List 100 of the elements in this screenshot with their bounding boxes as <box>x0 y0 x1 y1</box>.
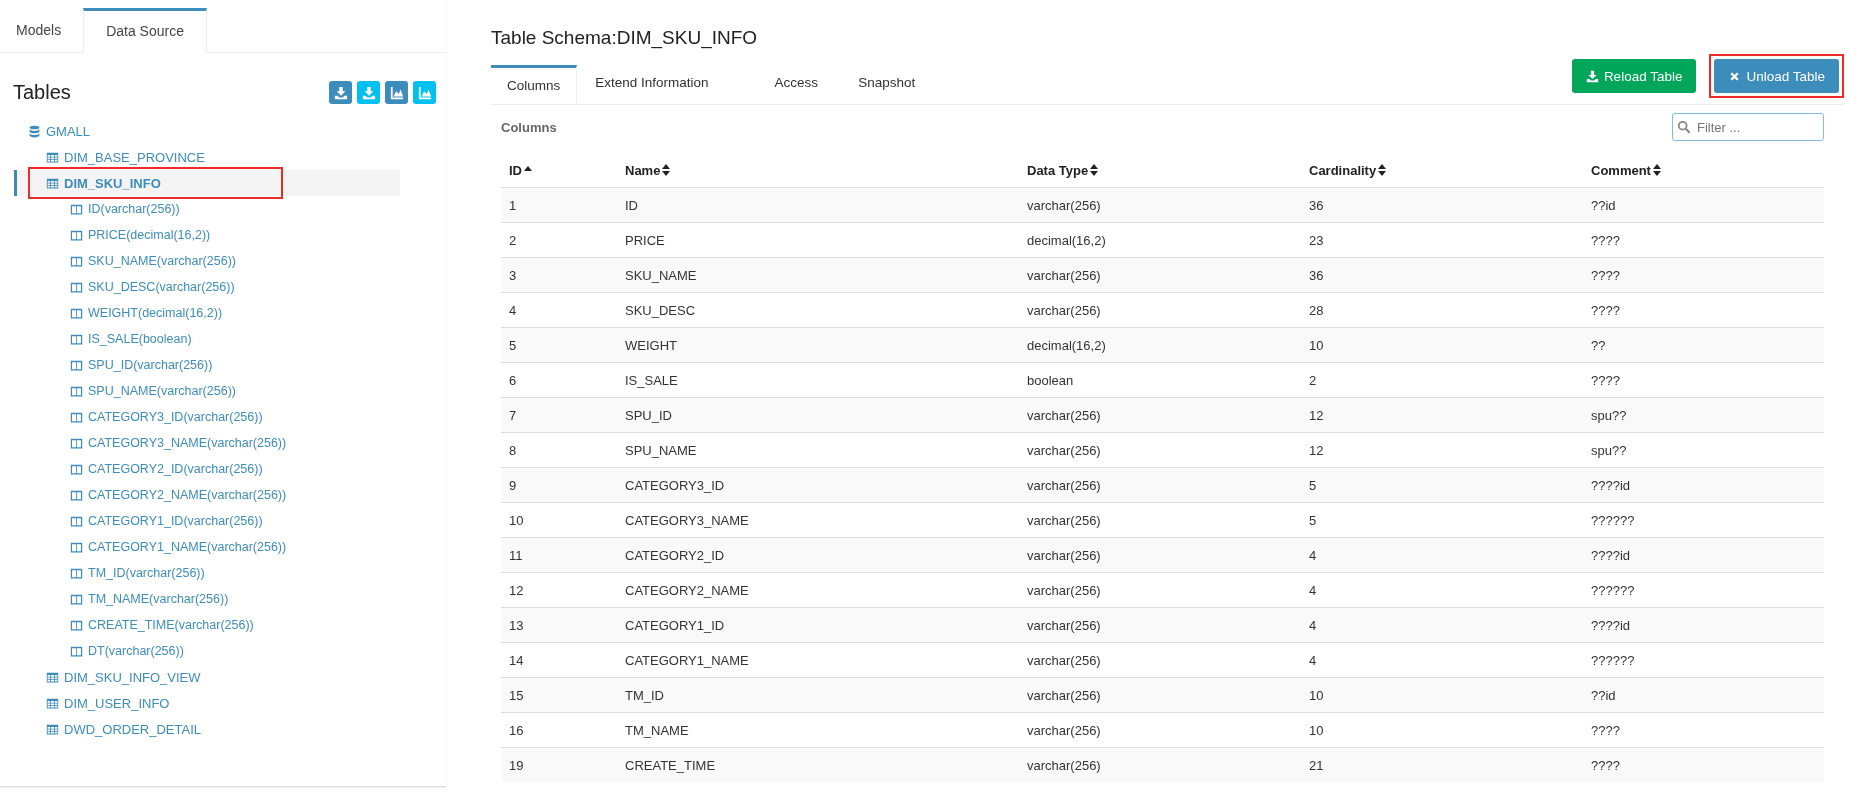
table-cell: 5 <box>509 337 517 353</box>
tree-item[interactable]: SKU_NAME(varchar(256)) <box>70 249 236 273</box>
table-grid-icon <box>46 696 59 710</box>
tree-item[interactable]: CATEGORY1_ID(varchar(256)) <box>70 509 263 533</box>
table-cell: CATEGORY2_NAME <box>625 582 749 598</box>
tree-item[interactable]: CATEGORY3_NAME(varchar(256)) <box>70 431 287 455</box>
table-cell: 28 <box>1309 302 1324 318</box>
table-cell: ???? <box>1591 302 1620 318</box>
tree-item[interactable]: CREATE_TIME(varchar(256)) <box>70 613 254 637</box>
database-icon <box>28 124 41 138</box>
toolbar-button[interactable] <box>413 81 436 104</box>
tree-item[interactable]: CATEGORY3_ID(varchar(256)) <box>70 405 263 429</box>
toolbar-button[interactable] <box>329 81 352 104</box>
unload-table-button[interactable]: Unload Table <box>1714 59 1839 93</box>
table-cell: varchar(256) <box>1027 197 1101 213</box>
table-cell: 10 <box>509 512 524 528</box>
table-cell: SKU_NAME <box>625 267 697 283</box>
panel-tab[interactable]: Models <box>0 8 78 52</box>
reload-table-button[interactable]: Reload Table <box>1571 59 1697 93</box>
table-cell: 12 <box>1309 442 1324 458</box>
table-cell: 3 <box>509 267 517 283</box>
tab[interactable]: Access <box>756 65 837 104</box>
filter-field[interactable]: Filter ... <box>1672 113 1824 141</box>
table-cell: varchar(256) <box>1027 722 1101 738</box>
table-cell: ???? <box>1591 267 1620 283</box>
table-cell: CATEGORY1_NAME <box>625 652 749 668</box>
tree-item[interactable]: SKU_DESC(varchar(256)) <box>70 275 235 299</box>
tree-item[interactable]: IS_SALE(boolean) <box>70 327 192 351</box>
columns-icon <box>70 306 83 320</box>
table-cell: 12 <box>509 582 524 598</box>
table-cell: 4 <box>1309 547 1317 563</box>
panel-title: Tables <box>13 81 71 104</box>
table-cell: 15 <box>509 687 524 703</box>
panel-tab[interactable]: Data Source <box>83 8 207 53</box>
table-cell: 19 <box>509 757 524 773</box>
table-cell: 23 <box>1309 232 1324 248</box>
column-header[interactable]: ID <box>509 162 532 178</box>
tree-item[interactable]: CATEGORY2_NAME(varchar(256)) <box>70 483 287 507</box>
table-cell: ???? <box>1591 372 1620 388</box>
table-cell: decimal(16,2) <box>1027 232 1106 248</box>
table-cell: 7 <box>509 407 517 423</box>
table-cell: ID <box>625 197 638 213</box>
table-cell: 1 <box>509 197 517 213</box>
table-cell: 36 <box>1309 197 1324 213</box>
tab[interactable]: Extend Information <box>577 65 727 104</box>
tree-item[interactable]: PRICE(decimal(16,2)) <box>70 223 211 247</box>
table-cell: ???? <box>1591 757 1620 773</box>
table-cell: 4 <box>1309 582 1317 598</box>
table-cell: ???? <box>1591 232 1620 248</box>
table-cell: TM_ID <box>625 687 664 703</box>
table-cell: TM_NAME <box>625 722 689 738</box>
table-cell: 16 <box>509 722 524 738</box>
toolbar-button[interactable] <box>357 81 380 104</box>
column-header[interactable]: Data Type <box>1027 162 1099 178</box>
tree-item[interactable]: SPU_ID(varchar(256)) <box>70 353 213 377</box>
tree-item[interactable]: SPU_NAME(varchar(256)) <box>70 379 236 403</box>
tree-item[interactable]: DIM_BASE_PROVINCE <box>46 145 205 169</box>
columns-icon <box>70 488 83 502</box>
columns-icon <box>70 358 83 372</box>
column-header[interactable]: Cardinality <box>1309 162 1387 178</box>
table-cell: varchar(256) <box>1027 267 1101 283</box>
table-cell: 21 <box>1309 757 1324 773</box>
tree-item[interactable]: ID(varchar(256)) <box>70 197 180 221</box>
table-cell: decimal(16,2) <box>1027 337 1106 353</box>
table-cell: spu?? <box>1591 442 1627 458</box>
tree-item[interactable]: DIM_USER_INFO <box>46 691 170 715</box>
table-cell: ?? <box>1591 337 1606 353</box>
table-cell: 10 <box>1309 722 1324 738</box>
area-chart-icon <box>417 85 432 100</box>
tree-item[interactable]: WEIGHT(decimal(16,2)) <box>70 301 223 325</box>
columns-icon <box>70 644 83 658</box>
tree-item[interactable]: GMALL <box>28 119 91 143</box>
tab[interactable]: Columns <box>491 65 578 104</box>
toolbar-button[interactable] <box>385 81 408 104</box>
table-cell: CATEGORY2_ID <box>625 547 725 563</box>
table-cell: varchar(256) <box>1027 512 1101 528</box>
tab[interactable]: Snapshot <box>840 65 934 104</box>
tree-item[interactable]: CATEGORY1_NAME(varchar(256)) <box>70 535 287 559</box>
table-cell: 11 <box>509 547 523 563</box>
columns-icon <box>70 384 83 398</box>
column-header[interactable]: Name <box>625 162 671 178</box>
table-cell: CATEGORY3_ID <box>625 477 725 493</box>
table-cell: 13 <box>509 617 524 633</box>
tree-item[interactable]: TM_NAME(varchar(256)) <box>70 587 229 611</box>
table-cell: varchar(256) <box>1027 547 1101 563</box>
tree-item[interactable]: DIM_SKU_INFO_VIEW <box>46 665 201 689</box>
tree-item[interactable]: CATEGORY2_ID(varchar(256)) <box>70 457 263 481</box>
columns-icon <box>70 592 83 606</box>
table-cell: 9 <box>509 477 517 493</box>
table-cell: 4 <box>1309 617 1317 633</box>
table-cell: 10 <box>1309 337 1324 353</box>
download-icon <box>361 85 376 100</box>
tree-item[interactable]: TM_ID(varchar(256)) <box>70 561 205 585</box>
table-cell: varchar(256) <box>1027 302 1101 318</box>
columns-icon <box>70 514 83 528</box>
table-cell: SPU_NAME <box>625 442 697 458</box>
columns-icon <box>70 254 83 268</box>
tree-item[interactable]: DT(varchar(256)) <box>70 639 184 663</box>
column-header[interactable]: Comment <box>1591 162 1661 178</box>
tree-item[interactable]: DWD_ORDER_DETAIL <box>46 717 201 741</box>
